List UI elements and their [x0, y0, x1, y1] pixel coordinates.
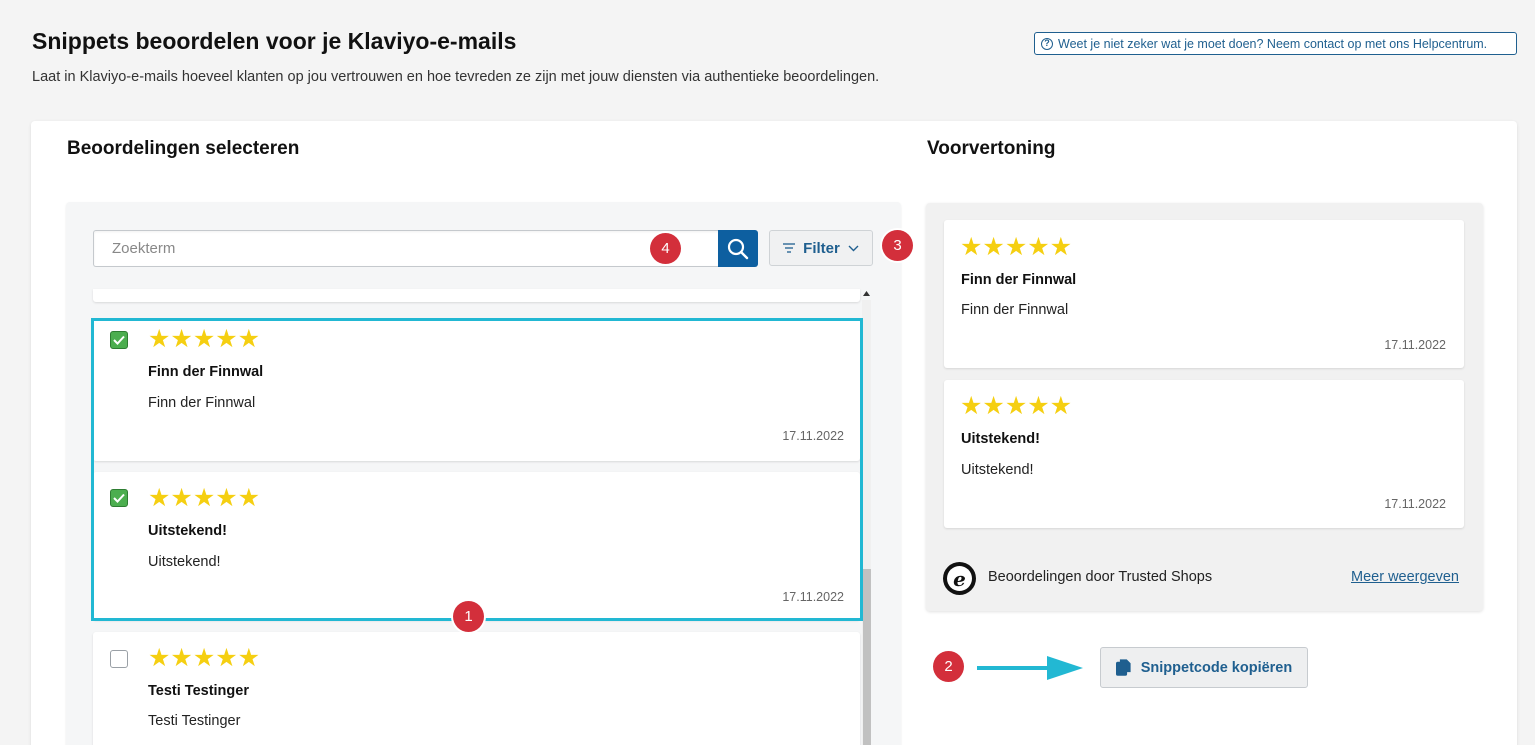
review-text: Finn der Finnwal [148, 395, 256, 411]
search-box [93, 230, 719, 267]
select-section-title: Beoordelingen selecteren [67, 138, 300, 159]
star-rating: ★★★★★ [148, 484, 261, 512]
search-button[interactable] [718, 230, 758, 267]
preview-review-card: ★★★★★ Uitstekend! Uitstekend! 17.11.2022 [944, 380, 1464, 528]
review-card[interactable]: ★★★★★ Uitstekend! Uitstekend! 17.11.2022 [93, 472, 860, 620]
review-title: Finn der Finnwal [961, 272, 1077, 288]
star-rating: ★★★★★ [148, 325, 261, 353]
list-item [93, 289, 860, 302]
review-card[interactable]: ★★★★★ Finn der Finnwal Finn der Finnwal … [93, 319, 860, 461]
review-text: Uitstekend! [961, 462, 1034, 478]
review-date: 17.11.2022 [782, 429, 844, 443]
check-icon [113, 493, 125, 503]
scrollbar-thumb[interactable] [863, 569, 871, 745]
filter-button[interactable]: Filter [769, 230, 873, 266]
review-title: Testi Testinger [148, 683, 249, 699]
review-checkbox[interactable] [110, 331, 128, 349]
trusted-shops-text: Beoordelingen door Trusted Shops [988, 569, 1213, 585]
preview-review-card: ★★★★★ Finn der Finnwal Finn der Finnwal … [944, 220, 1464, 368]
copy-snippet-button[interactable]: Snippetcode kopiëren [1100, 647, 1308, 688]
search-input[interactable] [94, 231, 719, 266]
review-title: Uitstekend! [961, 431, 1040, 447]
annotation-badge-2: 2 [933, 651, 964, 682]
review-checkbox[interactable] [110, 650, 128, 668]
arrow-right-icon [977, 656, 1083, 680]
check-icon [113, 335, 125, 345]
preview-section-title: Voorvertoning [927, 138, 1056, 159]
review-text: Testi Testinger [148, 713, 241, 729]
show-more-link[interactable]: Meer weergeven [1351, 569, 1459, 585]
page-title: Snippets beoordelen voor je Klaviyo-e-ma… [32, 28, 517, 54]
review-text: Finn der Finnwal [961, 302, 1069, 318]
review-title: Finn der Finnwal [148, 364, 264, 380]
help-link-label: Weet je niet zeker wat je moet doen? Nee… [1058, 36, 1488, 51]
review-date: 17.11.2022 [1384, 338, 1446, 352]
review-checkbox[interactable] [110, 489, 128, 507]
filter-label: Filter [803, 239, 840, 257]
review-title: Uitstekend! [148, 523, 227, 539]
chevron-down-icon [848, 245, 859, 251]
review-card[interactable]: ★★★★★ Testi Testinger Testi Testinger [93, 632, 860, 745]
search-icon [727, 238, 749, 259]
scroll-up-arrow[interactable] [862, 291, 871, 299]
help-center-link[interactable]: ? Weet je niet zeker wat je moet doen? N… [1034, 32, 1517, 55]
review-date: 17.11.2022 [1384, 497, 1446, 511]
annotation-badge-3: 3 [882, 230, 913, 261]
star-rating: ★★★★★ [148, 644, 261, 672]
question-circle-icon: ? [1041, 37, 1053, 50]
annotation-badge-4: 4 [650, 233, 681, 264]
copy-icon [1115, 659, 1131, 676]
copy-snippet-label: Snippetcode kopiëren [1140, 659, 1293, 676]
star-rating: ★★★★★ [960, 392, 1073, 420]
review-date: 17.11.2022 [782, 590, 844, 604]
annotation-badge-1: 1 [453, 601, 484, 632]
filter-icon [783, 243, 796, 253]
page-subtitle: Laat in Klaviyo-e-mails hoeveel klanten … [32, 69, 880, 85]
star-rating: ★★★★★ [960, 233, 1073, 261]
review-text: Uitstekend! [148, 554, 221, 570]
trusted-shops-logo: e [943, 562, 976, 595]
